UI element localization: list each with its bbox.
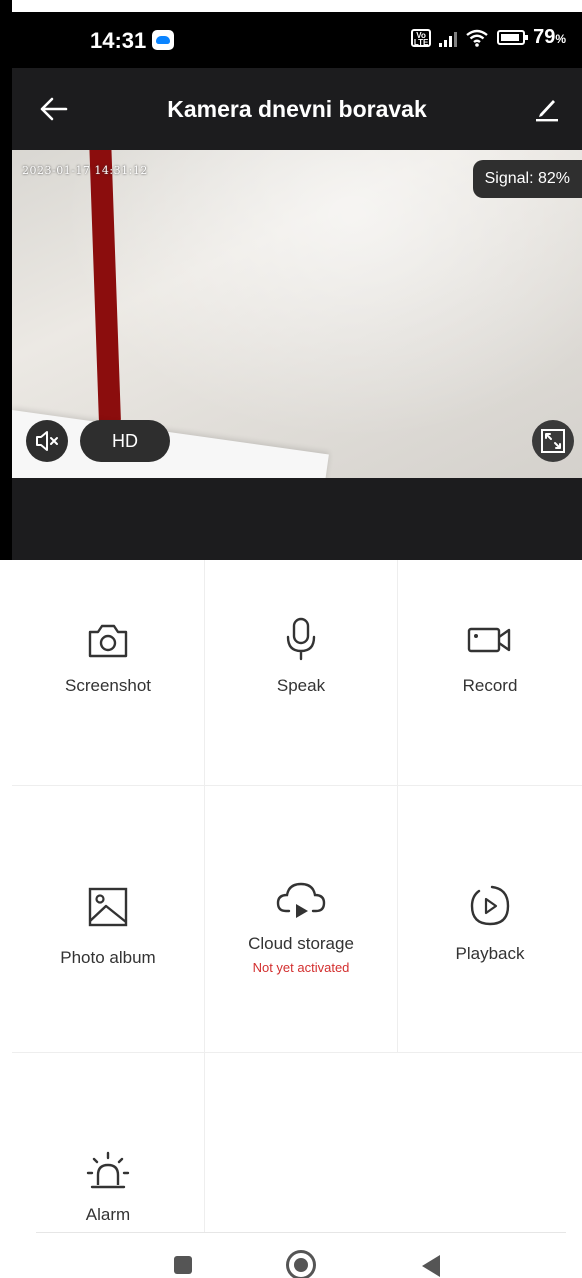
speaker-muted-icon xyxy=(36,431,58,451)
cloud-notification-icon xyxy=(152,30,174,50)
action-grid: Screenshot Speak Record Photo album Clou… xyxy=(12,560,582,1278)
page-title: Kamera dnevni boravak xyxy=(167,96,427,122)
status-bar: 14:31 Vo LTE 79% xyxy=(12,12,582,68)
playback-button[interactable]: Playback xyxy=(398,786,582,1052)
mute-button[interactable] xyxy=(26,420,68,462)
record-button[interactable]: Record xyxy=(398,560,582,785)
cloud-play-icon xyxy=(276,882,326,918)
battery-percent: 79% xyxy=(533,26,566,48)
video-controls-band xyxy=(12,478,582,560)
screen-bezel xyxy=(0,0,12,560)
quality-hd-button[interactable]: HD xyxy=(80,420,170,462)
grid-divider xyxy=(204,1052,205,1232)
speak-button[interactable]: Speak xyxy=(205,560,397,785)
home-icon[interactable] xyxy=(286,1250,316,1278)
nav-back-icon[interactable] xyxy=(422,1255,440,1277)
image-icon xyxy=(88,887,128,927)
video-timestamp: 2023-01-17 14:31:12 xyxy=(22,164,148,177)
wifi-icon xyxy=(466,29,488,47)
volte-icon: Vo LTE xyxy=(411,28,432,47)
fullscreen-button[interactable] xyxy=(532,420,574,462)
fullscreen-icon xyxy=(541,429,565,453)
status-indicators: Vo LTE 79% xyxy=(411,26,566,49)
status-time: 14:31 xyxy=(90,28,147,53)
microphone-icon xyxy=(286,617,316,661)
video-camera-icon xyxy=(467,627,511,653)
speak-label: Speak xyxy=(276,676,326,695)
alarm-siren-icon xyxy=(86,1151,130,1189)
edit-pencil-icon[interactable] xyxy=(534,94,560,122)
screenshot-button[interactable]: Screenshot xyxy=(12,560,204,785)
playback-icon xyxy=(470,885,510,926)
photo-album-button[interactable]: Photo album xyxy=(12,786,204,1052)
cloud-storage-button[interactable]: Cloud storage Not yet activated xyxy=(205,786,397,1052)
playback-label: Playback xyxy=(455,944,525,963)
signal-strength-badge: Signal: 82% xyxy=(472,160,582,198)
cloud-storage-label: Cloud storage xyxy=(248,934,354,953)
alarm-label: Alarm xyxy=(85,1205,131,1224)
alarm-button[interactable]: Alarm xyxy=(12,1053,204,1233)
photo-album-label: Photo album xyxy=(60,948,156,967)
app-screen: 14:31 Vo LTE 79% Kamera dnevni boravak 2… xyxy=(0,0,582,1278)
cell-signal-icon xyxy=(439,29,458,47)
recent-apps-icon[interactable] xyxy=(174,1256,192,1274)
camera-live-view[interactable]: 2023-01-17 14:31:12 Signal: 82% HD xyxy=(12,150,582,478)
record-label: Record xyxy=(462,676,518,695)
nav-bar-divider xyxy=(36,1232,566,1233)
screenshot-label: Screenshot xyxy=(65,676,151,695)
battery-icon xyxy=(497,30,529,45)
cloud-storage-status: Not yet activated xyxy=(252,960,350,975)
app-bar: Kamera dnevni boravak xyxy=(12,68,582,150)
camera-icon xyxy=(88,624,128,658)
